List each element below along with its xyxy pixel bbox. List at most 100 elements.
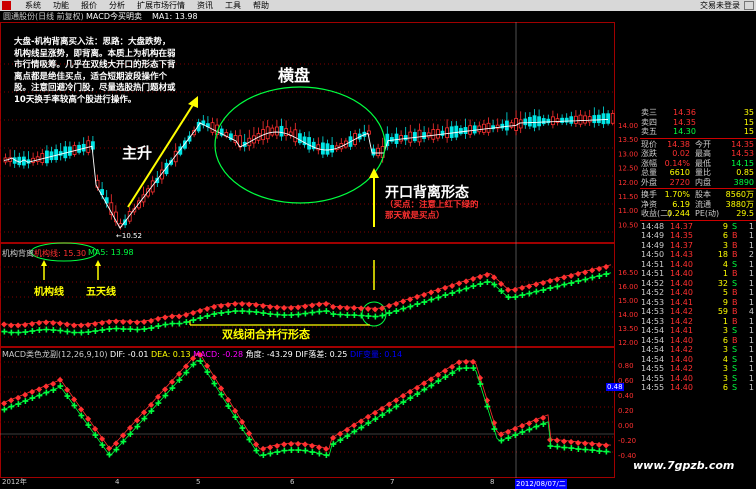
menu-item[interactable]: 工具 <box>222 0 250 11</box>
menu-item[interactable]: 资讯 <box>194 0 222 11</box>
dea-marker: ✚ <box>99 441 106 450</box>
tick-side: S <box>732 383 738 392</box>
candle-down <box>472 125 477 134</box>
menu-item[interactable]: 报价 <box>78 0 106 11</box>
tick-side: B <box>732 288 738 297</box>
tick-time: 14:49 <box>641 240 665 250</box>
login-status[interactable]: 交易未登录 <box>700 0 740 11</box>
main-y-tick: 10.50 <box>618 221 638 229</box>
stat-row: 现价 14.38 今开 14.35 <box>640 140 756 150</box>
ma5-marker: ✚ <box>596 272 603 281</box>
stat-row: 外盘 2720 内盘 3890 <box>640 178 756 188</box>
tick-volume: 9 <box>722 297 728 307</box>
stat-value: 6610 <box>669 168 690 177</box>
ask-price: 14.30 <box>673 127 696 136</box>
ma5-marker: ✚ <box>50 326 57 335</box>
ma5-marker: ✚ <box>491 281 498 290</box>
tick-time: 14:55 <box>641 383 665 392</box>
dea-marker: ✚ <box>204 368 211 377</box>
label-institution-line: 机构线 <box>34 287 64 298</box>
tick-row: 14:54 14.41 3 S 1 <box>640 326 756 336</box>
dea-marker: ✚ <box>211 379 218 388</box>
menu-item[interactable]: 分析 <box>106 0 134 11</box>
ma5-marker: ✚ <box>309 308 316 317</box>
tick-price: 14.40 <box>670 288 693 297</box>
ma5-marker: ✚ <box>428 296 435 305</box>
tick-row: 14:51 14.40 4 S 1 <box>640 260 756 270</box>
candle-down <box>412 132 417 142</box>
ma5-marker: ✚ <box>582 275 589 284</box>
candle-up <box>551 116 555 126</box>
ma5-marker: ✚ <box>274 311 281 320</box>
candle-down <box>371 148 376 156</box>
ma5-marker: ✚ <box>22 328 29 337</box>
ma5-marker: ✚ <box>239 307 246 316</box>
mid-legend-ma5: MA5: 13.98 <box>88 248 134 257</box>
stat-value: 8560万 <box>725 190 754 199</box>
candle-up <box>481 123 486 133</box>
tick-time: 14:52 <box>641 288 665 297</box>
candle-up <box>578 114 583 125</box>
watermark-text: www.7gpzb.com <box>633 459 735 472</box>
ask-volume: 15 <box>743 127 754 136</box>
window-close-icon[interactable] <box>744 1 754 10</box>
stat-label: 涨幅 <box>641 158 657 168</box>
tick-time: 14:51 <box>641 269 665 278</box>
candle-down <box>440 130 445 136</box>
tick-time: 14:53 <box>641 307 665 316</box>
candle-down <box>325 143 330 155</box>
ma5-marker: ✚ <box>386 309 393 318</box>
candle-up <box>509 122 514 128</box>
candle-down <box>320 142 325 155</box>
ma5-marker: ✚ <box>78 328 85 337</box>
dea-marker: ✚ <box>85 421 92 430</box>
tick-row: 14:54 14.40 4 S 1 <box>640 355 756 365</box>
tick-time: 14:54 <box>641 335 665 345</box>
stat-label: 总量 <box>641 168 657 177</box>
stat-value: 0.14% <box>664 158 690 168</box>
tick-time: 14:54 <box>641 326 665 335</box>
mid-y-tick: 16.00 <box>618 283 638 291</box>
dea-marker: ✚ <box>330 440 337 449</box>
menu-item[interactable]: 帮助 <box>250 0 278 11</box>
tick-row: 14:53 14.42 1 B 1 <box>640 317 756 327</box>
ma5-marker: ✚ <box>204 312 211 321</box>
tick-time: 14:53 <box>641 297 665 307</box>
ma5-marker: ✚ <box>113 324 120 333</box>
dea-marker: ✚ <box>316 449 323 458</box>
indicator-name[interactable]: MACD今买明卖 <box>86 11 142 22</box>
dea-marker: ✚ <box>596 447 603 456</box>
main-y-tick: 11.50 <box>618 193 638 201</box>
dea-marker: ✚ <box>295 446 302 455</box>
ma5-marker: ✚ <box>288 311 295 320</box>
candle-down <box>17 156 22 166</box>
dea-marker: ✚ <box>113 445 120 454</box>
dea-marker: ✚ <box>337 436 344 445</box>
tick-side: B <box>732 269 738 278</box>
ma5-marker: ✚ <box>414 300 421 309</box>
macd-y-tick: 0.00 <box>618 422 634 430</box>
ma5-marker: ✚ <box>15 328 22 337</box>
stat-value: 29.5 <box>736 209 754 218</box>
ma5-marker: ✚ <box>547 284 554 293</box>
stat-label: 内盘 <box>695 177 711 187</box>
menu-item[interactable]: 功能 <box>50 0 78 11</box>
candle-up <box>486 122 491 133</box>
stat-label: 涨跌 <box>641 149 657 158</box>
ask-price: 14.35 <box>673 117 696 127</box>
ma5-marker: ✚ <box>8 328 15 337</box>
tick-count: 1 <box>748 335 754 345</box>
dea-marker: ✚ <box>309 448 316 457</box>
tick-volume: 1 <box>722 269 728 278</box>
dea-marker: ✚ <box>582 446 589 455</box>
main-y-tick: 13.50 <box>618 136 638 144</box>
dea-marker: ✚ <box>519 428 526 437</box>
tick-row: 14:50 14.43 18 B 2 <box>640 250 756 260</box>
candle-up <box>408 131 413 143</box>
menu-item[interactable]: 扩展市场行情 <box>134 0 194 11</box>
menu-item[interactable]: 系统 <box>22 0 50 11</box>
mid-y-tick: 12.00 <box>618 339 638 347</box>
ma5-marker: ✚ <box>197 314 204 323</box>
ma5-marker: ✚ <box>533 288 540 297</box>
date-axis-label: 8 <box>490 478 495 486</box>
